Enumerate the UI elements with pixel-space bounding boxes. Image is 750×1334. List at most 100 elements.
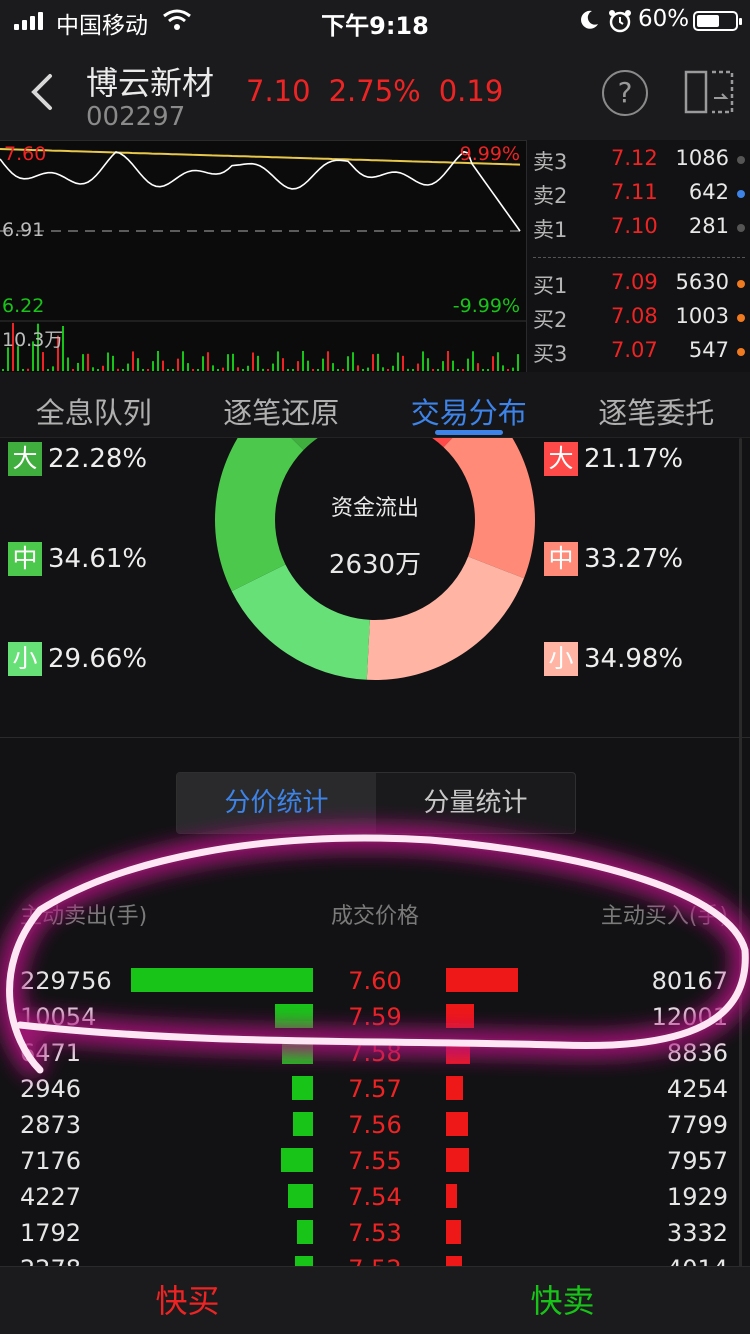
volume-bar [67,357,69,371]
quick-sell-button[interactable]: 快卖 [375,1267,750,1334]
trade-price: 7.57 [348,1075,402,1103]
active-sell-volume: 2873 [20,1111,82,1139]
volume-bar [452,360,454,371]
low-pct-label: -9.99% [452,295,520,317]
price-stat-row: 1792 7.53 3332 [0,1214,750,1250]
volume-bar [367,367,369,371]
landscape-switch-icon[interactable] [684,68,734,116]
legend-swatch: 大 [544,442,578,476]
bid-label: 买3 [533,342,568,366]
legend-sell-large: 大 22.28% [8,442,147,476]
high-pct-label: 9.99% [459,143,520,165]
volume-bar [132,351,134,371]
active-sell-volume: 6471 [20,1039,82,1067]
buy-volume-bar [446,1004,474,1028]
intraday-chart[interactable]: 7.60 9.99% 6.91 6.22 -9.99% 10.3万 [0,140,526,372]
ask-volume: 1086 [675,146,729,170]
bid-row-3[interactable]: 买3 7.07 547 [527,334,750,368]
stock-name: 博云新材 [86,64,215,102]
legend-sell-small: 小 29.66% [8,642,147,676]
volume-bar [47,369,49,371]
legend-pct: 22.28% [48,444,148,474]
seg-by-volume[interactable]: 分量统计 [376,773,575,833]
buy-volume-bar [446,1040,470,1064]
capital-flow-donut [215,438,535,680]
quote-summary: 7.10 2.75% 0.19 [246,74,503,108]
volume-bar [72,369,74,371]
volume-bar [372,354,374,371]
bid-volume: 547 [688,338,729,362]
change-percent: 2.75% [328,74,421,108]
ask-row-1[interactable]: 卖1 7.10 281 [527,210,750,244]
active-buy-volume: 80167 [651,967,728,995]
tab-full-queue[interactable]: 全息队列 [0,372,188,437]
orderbook-divider [533,257,745,258]
bid-dot-icon [737,280,745,288]
volume-bar [182,351,184,371]
buy-volume-bar [446,1112,469,1136]
tab-label: 逐笔还原 [223,396,340,430]
sell-volume-bar [131,968,313,992]
volume-bar [497,352,499,371]
volume-bar [217,369,219,371]
price-stat-row: 2946 7.57 4254 [0,1070,750,1106]
volume-bars [2,323,519,371]
price-stat-row: 6471 7.58 8836 [0,1034,750,1070]
sell-volume-bar [288,1184,313,1208]
price-stat-row: 229756 7.60 80167 [0,962,750,998]
legend-pct: 33.27% [584,544,684,574]
volume-bar [392,365,394,371]
volume-bar [212,365,214,371]
volume-bar [517,354,519,371]
back-icon[interactable] [28,72,58,112]
price-stat-row: 2873 7.56 7799 [0,1106,750,1142]
volume-bar [417,363,419,371]
ask-label: 卖2 [533,184,568,208]
volume-bar [177,358,179,371]
volume-max-label: 10.3万 [2,329,64,351]
volume-bar [487,369,489,371]
price-stat-row: 4227 7.54 1929 [0,1178,750,1214]
ask-row-3[interactable]: 卖3 7.12 1086 [527,142,750,176]
trade-price: 7.54 [348,1183,402,1211]
volume-bar [447,351,449,371]
stat-mode-segmented: 分价统计 分量统计 [176,772,576,834]
volume-bar [512,367,514,371]
volume-bar [407,368,409,371]
volume-bar [202,356,204,371]
tab-tick-restore[interactable]: 逐笔还原 [188,372,376,437]
volume-bar [292,369,294,371]
tab-tick-orders[interactable]: 逐笔委托 [563,372,750,437]
active-sell-volume: 2946 [20,1075,82,1103]
sell-volume-bar [296,1220,313,1244]
tab-underline [434,430,503,435]
trade-price: 7.56 [348,1111,402,1139]
volume-bar [137,358,139,371]
volume-bar [227,354,229,371]
volume-bar [102,365,104,371]
help-icon[interactable]: ? [602,70,648,116]
ask-row-2[interactable]: 卖2 7.11 642 [527,176,750,210]
price-stat-row: 10054 7.59 12001 [0,998,750,1034]
bid-row-1[interactable]: 买1 7.09 5630 [527,266,750,300]
volume-bar [52,366,54,371]
sell-volume-bar [274,1004,313,1028]
volume-bar [147,369,149,371]
volume-bar [317,369,319,371]
order-book: 卖3 7.12 1086 卖2 7.11 642 卖1 7.10 281 买1 … [526,140,750,372]
active-buy-volume: 7957 [666,1147,728,1175]
volume-bar [142,369,144,371]
active-sell-volume: 10054 [20,1003,97,1031]
volume-bar [197,369,199,371]
volume-bar [112,355,114,371]
volume-bar [22,369,24,371]
seg-by-price[interactable]: 分价统计 [177,773,376,833]
tab-trade-distribution[interactable]: 交易分布 [375,372,563,437]
legend-swatch: 中 [544,542,578,576]
bid-row-2[interactable]: 买2 7.08 1003 [527,300,750,334]
legend-swatch: 小 [544,642,578,676]
quick-buy-button[interactable]: 快买 [0,1267,375,1334]
legend-pct: 34.61% [48,544,148,574]
sell-volume-bar [280,1148,313,1172]
volume-bar [87,353,89,371]
